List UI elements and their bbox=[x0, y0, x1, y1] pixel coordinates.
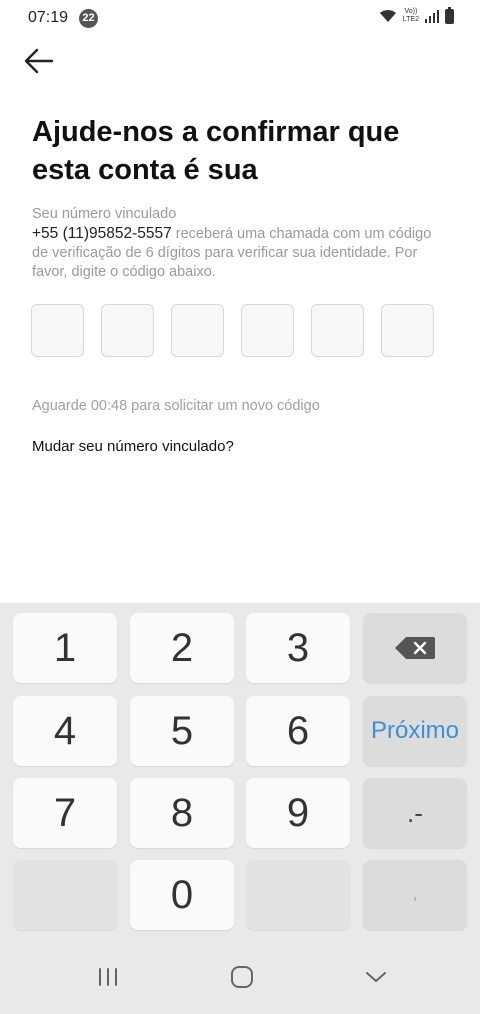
key-9[interactable]: 9 bbox=[246, 778, 350, 848]
code-digit-input-4[interactable] bbox=[241, 304, 294, 357]
blank-key-left bbox=[13, 860, 117, 930]
status-time: 07:19 bbox=[28, 9, 69, 26]
next-key-label: Próximo bbox=[370, 717, 460, 744]
system-nav-bar bbox=[0, 940, 480, 1014]
dot-dash-label: .- bbox=[407, 797, 423, 828]
next-key[interactable]: Próximo bbox=[363, 696, 467, 766]
system-icons: Vo)) LTE2 bbox=[379, 6, 454, 24]
comma-label: , bbox=[412, 886, 418, 903]
backspace-icon bbox=[395, 637, 435, 659]
status-bar: 07:19 22 Vo)) LTE2 bbox=[0, 0, 480, 38]
dot-dash-key[interactable]: .- bbox=[363, 778, 467, 848]
chevron-down-icon bbox=[366, 972, 386, 982]
key-8[interactable]: 8 bbox=[130, 778, 234, 848]
lte-label: LTE2 bbox=[402, 16, 419, 23]
notification-count-badge: 22 bbox=[79, 9, 98, 28]
linked-phone-number: +55 (11)95852-5557 bbox=[32, 225, 172, 242]
verification-code-inputs bbox=[31, 304, 434, 357]
page-title: Ajude-nos a confirmar que esta conta é s… bbox=[32, 116, 400, 186]
code-digit-input-6[interactable] bbox=[381, 304, 434, 357]
key-0[interactable]: 0 bbox=[130, 860, 234, 930]
key-6[interactable]: 6 bbox=[246, 696, 350, 766]
change-number-link[interactable]: Mudar seu número vinculado? bbox=[32, 438, 234, 455]
battery-icon bbox=[445, 6, 454, 24]
recent-apps-button[interactable] bbox=[88, 962, 128, 992]
description-text: Seu número vinculado +55 (11)95852-5557 … bbox=[32, 205, 442, 282]
volte-indicator: Vo)) LTE2 bbox=[403, 8, 419, 24]
home-button[interactable] bbox=[222, 962, 262, 992]
arrow-left-icon[interactable] bbox=[22, 44, 56, 78]
key-2[interactable]: 2 bbox=[130, 613, 234, 683]
code-digit-input-5[interactable] bbox=[311, 304, 364, 357]
home-icon bbox=[231, 966, 253, 988]
hide-keyboard-button[interactable] bbox=[356, 962, 396, 992]
resend-timer-text: Aguarde 00:48 para solicitar um novo cód… bbox=[32, 398, 320, 414]
code-digit-input-2[interactable] bbox=[101, 304, 154, 357]
key-4[interactable]: 4 bbox=[13, 696, 117, 766]
code-digit-input-3[interactable] bbox=[171, 304, 224, 357]
backspace-key[interactable] bbox=[363, 613, 467, 683]
wifi-icon bbox=[379, 9, 396, 22]
numeric-keyboard: 1 2 3 4 5 6 Próximo 7 8 9 .- 0 , bbox=[0, 603, 480, 940]
key-5[interactable]: 5 bbox=[130, 696, 234, 766]
signal-icon bbox=[425, 9, 439, 23]
key-3[interactable]: 3 bbox=[246, 613, 350, 683]
blank-key-right bbox=[246, 860, 350, 930]
description-label: Seu número vinculado bbox=[32, 206, 177, 222]
volte-label: Vo)) bbox=[404, 8, 418, 15]
key-7[interactable]: 7 bbox=[13, 778, 117, 848]
recent-apps-icon bbox=[99, 968, 117, 986]
key-1[interactable]: 1 bbox=[13, 613, 117, 683]
code-digit-input-1[interactable] bbox=[31, 304, 84, 357]
comma-key[interactable]: , bbox=[363, 860, 467, 930]
